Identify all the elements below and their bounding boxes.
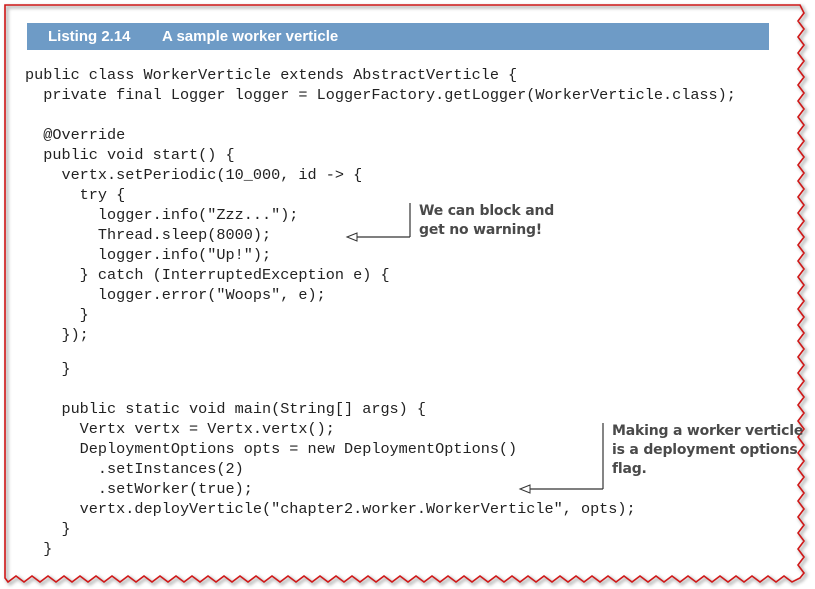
worker-annotation: Making a worker verticle is a deployment… [612, 422, 803, 479]
worker-callout-line [528, 423, 604, 490]
worker-annotation-line: flag. [612, 461, 647, 477]
block-callout-line [355, 203, 411, 238]
block-annotation-line: get no warning! [419, 222, 542, 238]
block-callout-arrowhead [345, 232, 358, 242]
worker-annotation-line: Making a worker verticle [612, 423, 804, 439]
worker-annotation-line: is a deployment options [612, 442, 798, 458]
annotation-callouts [345, 203, 604, 494]
block-annotation: We can block and get no warning! [419, 202, 554, 240]
block-annotation-line: We can block and [419, 203, 555, 219]
worker-callout-arrowhead [518, 484, 531, 494]
